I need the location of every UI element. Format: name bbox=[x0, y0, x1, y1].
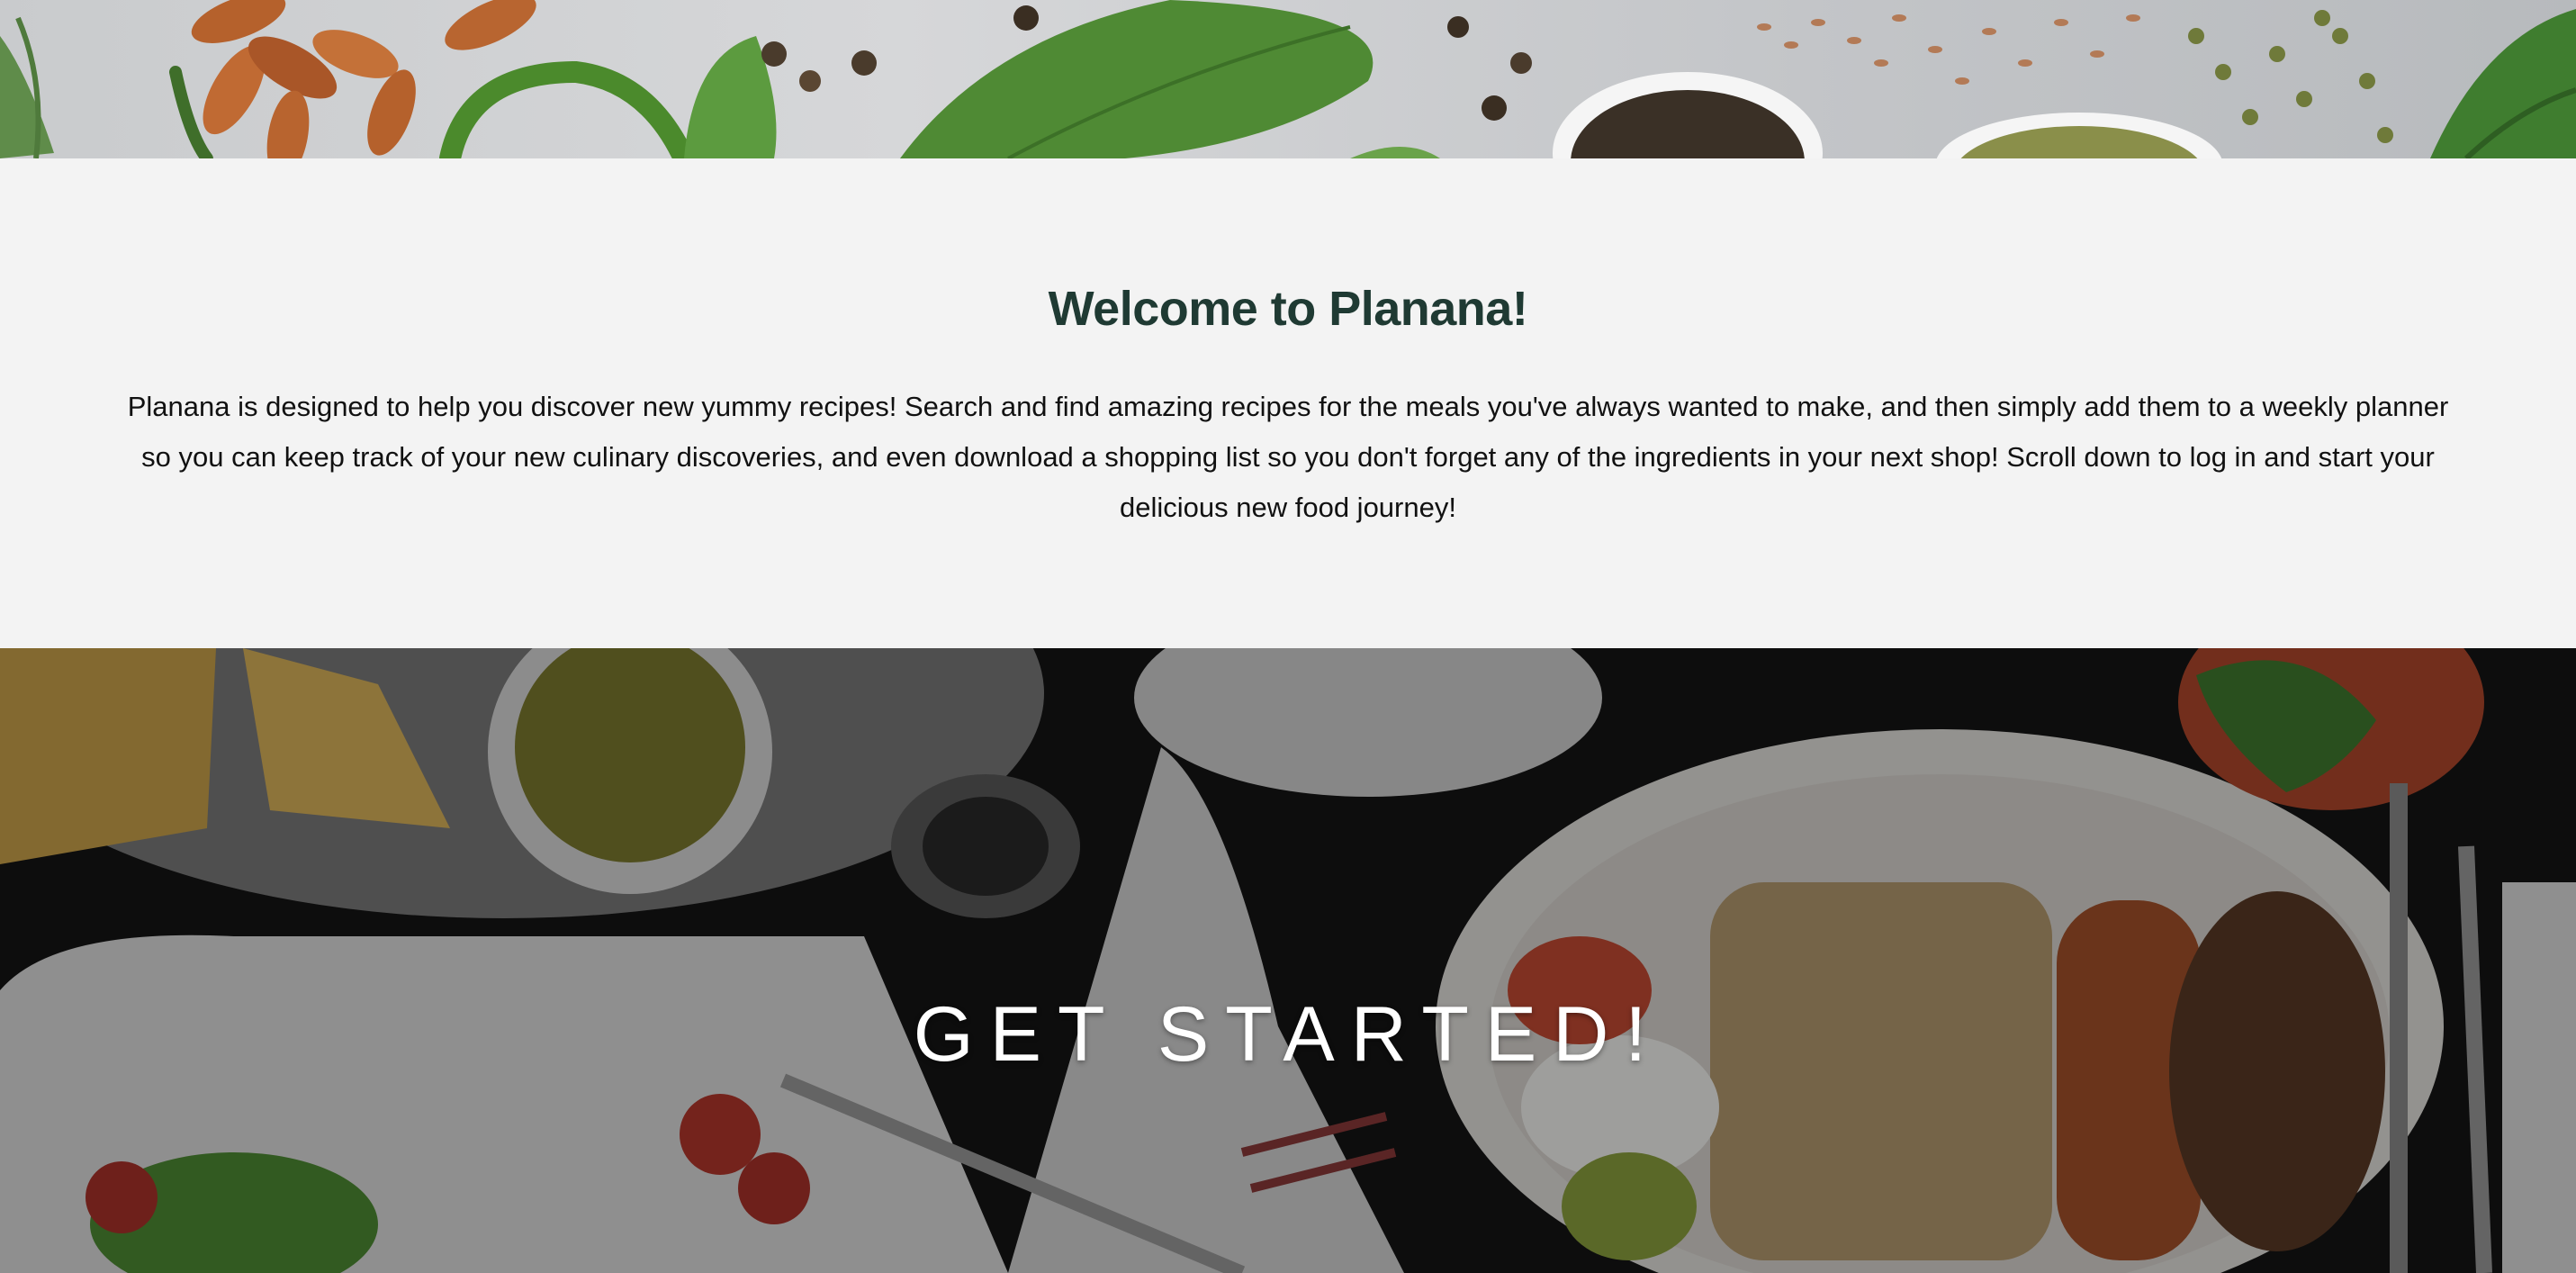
intro-description: Planana is designed to help you discover… bbox=[127, 391, 2449, 523]
welcome-heading: Welcome to Planana! bbox=[1048, 282, 1528, 336]
hero-dark-overlay bbox=[0, 648, 2576, 1273]
top-banner-image bbox=[0, 0, 2576, 158]
get-started-heading[interactable]: GET STARTED! bbox=[0, 990, 2576, 1079]
ingredients-illustration bbox=[0, 0, 2576, 158]
intro-section: Welcome to Planana! Planana is designed … bbox=[0, 158, 2576, 648]
get-started-hero: GET STARTED! bbox=[0, 648, 2576, 1273]
